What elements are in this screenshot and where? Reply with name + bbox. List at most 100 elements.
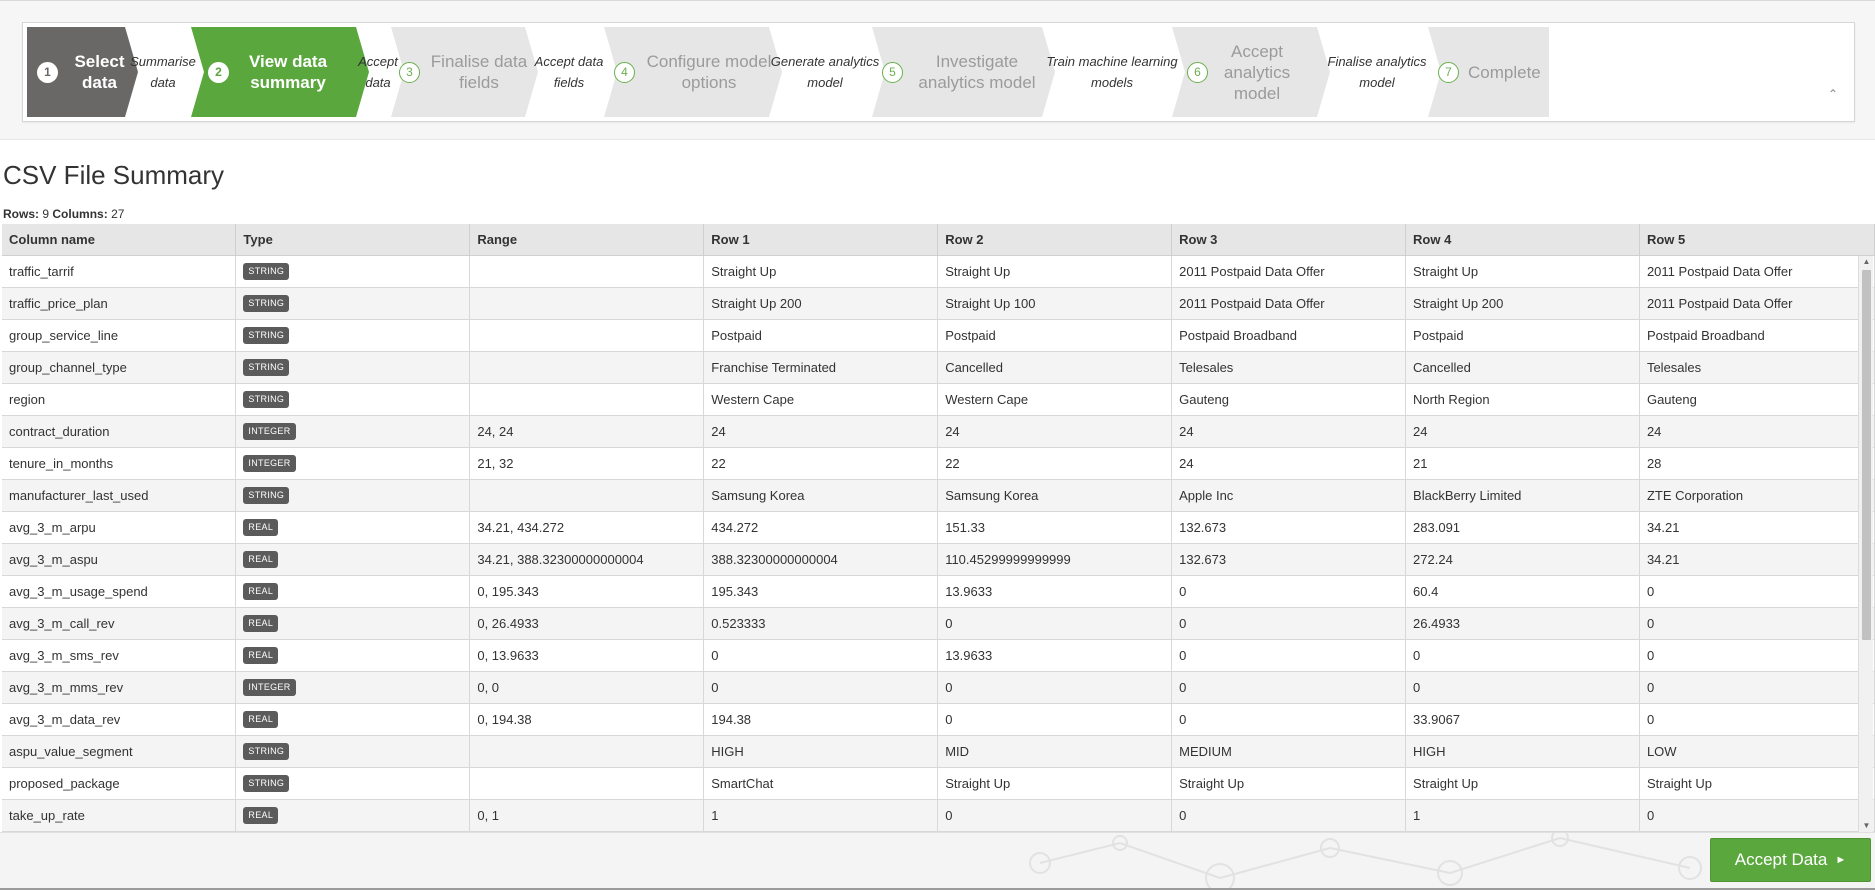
value-cell: 132.673: [1171, 511, 1407, 544]
value-cell: 24: [1639, 415, 1875, 448]
step-label: Investigate analytics model: [918, 52, 1036, 92]
value-cell: 28: [1639, 447, 1875, 480]
value-cell: 283.091: [1405, 511, 1640, 544]
step-label: Complete: [1468, 62, 1541, 82]
column-header: Row 3: [1171, 224, 1407, 256]
type-cell: REAL: [235, 639, 471, 672]
value-cell: North Region: [1405, 383, 1640, 416]
value-cell: 24: [1171, 415, 1407, 448]
value-cell: Telesales: [1639, 351, 1875, 384]
type-badge: INTEGER: [243, 678, 296, 696]
column-name-cell: region: [2, 383, 237, 416]
range-cell: [469, 735, 705, 768]
range-cell: [469, 767, 705, 800]
value-cell: Postpaid: [937, 319, 1173, 352]
value-cell: 0: [1639, 671, 1875, 704]
range-cell: 34.21, 434.272: [469, 511, 705, 544]
step-label: Accept analytics model: [1223, 41, 1291, 103]
value-cell: 0: [703, 671, 939, 704]
value-cell: 33.9067: [1405, 703, 1640, 736]
footer: [0, 832, 1875, 890]
type-cell: STRING: [235, 767, 471, 800]
step-content: 6 Accept analytics model: [1187, 27, 1324, 117]
value-cell: 151.33: [937, 511, 1173, 544]
chevron-up-icon[interactable]: ⌃: [1828, 87, 1838, 101]
wizard-step-6: 6 Accept analytics model: [1172, 27, 1330, 117]
table-row: avg_3_m_call_rev REAL 0, 26.4933 0.523333 0 0…: [2, 607, 1875, 640]
type-badge: REAL: [243, 518, 279, 536]
value-cell: MID: [937, 735, 1173, 768]
wizard-step-4: 4 Configure model options: [604, 27, 782, 117]
wizard-substep: Accept data: [358, 54, 398, 90]
step-label: Finalise data fields: [430, 52, 528, 92]
value-cell: Apple Inc: [1171, 479, 1407, 512]
wizard-bar: ⌃ 1 Select data 2 View data summary 3 Finalis…: [0, 0, 1875, 140]
summary-table: Column name Type Range Row 1 Row 2 Row 3 Row 4…: [2, 224, 1875, 832]
accept-data-label: Accept Data: [1734, 850, 1828, 869]
value-cell: 0: [1171, 671, 1407, 704]
file-stats: Rows: 9 Columns: 27: [3, 207, 124, 221]
column-name-cell: group_channel_type: [2, 351, 237, 384]
range-cell: 0, 194.38: [469, 703, 705, 736]
value-cell: 24: [1405, 415, 1640, 448]
column-name-cell: traffic_price_plan: [2, 287, 237, 320]
column-name-cell: aspu_value_segment: [2, 735, 237, 768]
value-cell: Straight Up: [703, 255, 939, 288]
value-cell: Postpaid Broadband: [1171, 319, 1407, 352]
value-cell: LOW: [1639, 735, 1875, 768]
type-badge: STRING: [243, 486, 290, 504]
scrollbar-thumb[interactable]: [1862, 270, 1871, 640]
table-row: avg_3_m_mms_rev INTEGER 0, 000000: [2, 671, 1875, 704]
wizard: ⌃ 1 Select data 2 View data summary 3 Finalis…: [22, 22, 1855, 122]
value-cell: Straight Up: [1639, 767, 1875, 800]
type-badge: STRING: [243, 390, 290, 408]
column-header: Row 2: [937, 224, 1173, 256]
value-cell: ZTE Corporation: [1639, 479, 1875, 512]
value-cell: 13.9633: [937, 639, 1173, 672]
table-row: avg_3_m_sms_rev REAL 0, 13.9633 0 13.9633 0 0 0: [2, 639, 1875, 672]
step-number-badge: 7: [1438, 61, 1459, 83]
range-cell: 0, 26.4933: [469, 607, 705, 640]
type-badge: REAL: [243, 582, 279, 600]
value-cell: 13.9633: [937, 575, 1173, 608]
value-cell: 0: [937, 607, 1173, 640]
type-cell: REAL: [235, 703, 471, 736]
table-row: tenure_in_months INTEGER 21, 32 22 22 24 21 28: [2, 447, 1875, 480]
value-cell: Telesales: [1171, 351, 1407, 384]
scroll-down-icon[interactable]: ▼: [1859, 820, 1874, 832]
wizard-step-1[interactable]: 1 Select data: [27, 27, 138, 117]
step-number-badge: 6: [1187, 61, 1208, 83]
wizard-substep: Summarise data: [130, 54, 196, 90]
step-content: 3 Finalise data fields: [399, 27, 532, 117]
wizard-step-7: 7 Complete: [1428, 27, 1549, 117]
table-scrollbar[interactable]: ▲ ▼: [1858, 256, 1873, 832]
step-label: Configure model options: [646, 52, 772, 92]
column-name-cell: traffic_tarrif: [2, 255, 237, 288]
range-cell: 0, 1: [469, 799, 705, 832]
value-cell: 26.4933: [1405, 607, 1640, 640]
type-cell: STRING: [235, 351, 471, 384]
value-cell: 0: [1639, 799, 1875, 832]
wizard-step-3: 3 Finalise data fields: [391, 27, 538, 117]
wizard-substep: Finalise analytics model: [1327, 54, 1427, 90]
value-cell: Straight Up: [1405, 255, 1640, 288]
column-name-cell: avg_3_m_aspu: [2, 543, 237, 576]
summary-table-container[interactable]: Column name Type Range Row 1 Row 2 Row 3 Row 4…: [2, 224, 1875, 832]
value-cell: 0: [937, 671, 1173, 704]
wizard-steps: ⌃ 1 Select data 2 View data summary 3 Finalis…: [27, 27, 1847, 117]
caret-right-icon: ►: [1835, 854, 1847, 866]
type-cell: STRING: [235, 287, 471, 320]
type-cell: STRING: [235, 319, 471, 352]
column-name-cell: avg_3_m_data_rev: [2, 703, 237, 736]
value-cell: Straight Up: [937, 255, 1173, 288]
type-cell: INTEGER: [235, 415, 471, 448]
range-cell: 0, 0: [469, 671, 705, 704]
step-label: View data summary: [248, 52, 328, 92]
accept-data-button[interactable]: Accept Data ►: [1710, 838, 1871, 882]
column-name-cell: group_service_line: [2, 319, 237, 352]
step-number-badge: 2: [208, 61, 229, 83]
column-name-cell: take_up_rate: [2, 799, 237, 832]
scroll-up-icon[interactable]: ▲: [1859, 256, 1874, 268]
value-cell: Gauteng: [1171, 383, 1407, 416]
range-cell: [469, 287, 705, 320]
